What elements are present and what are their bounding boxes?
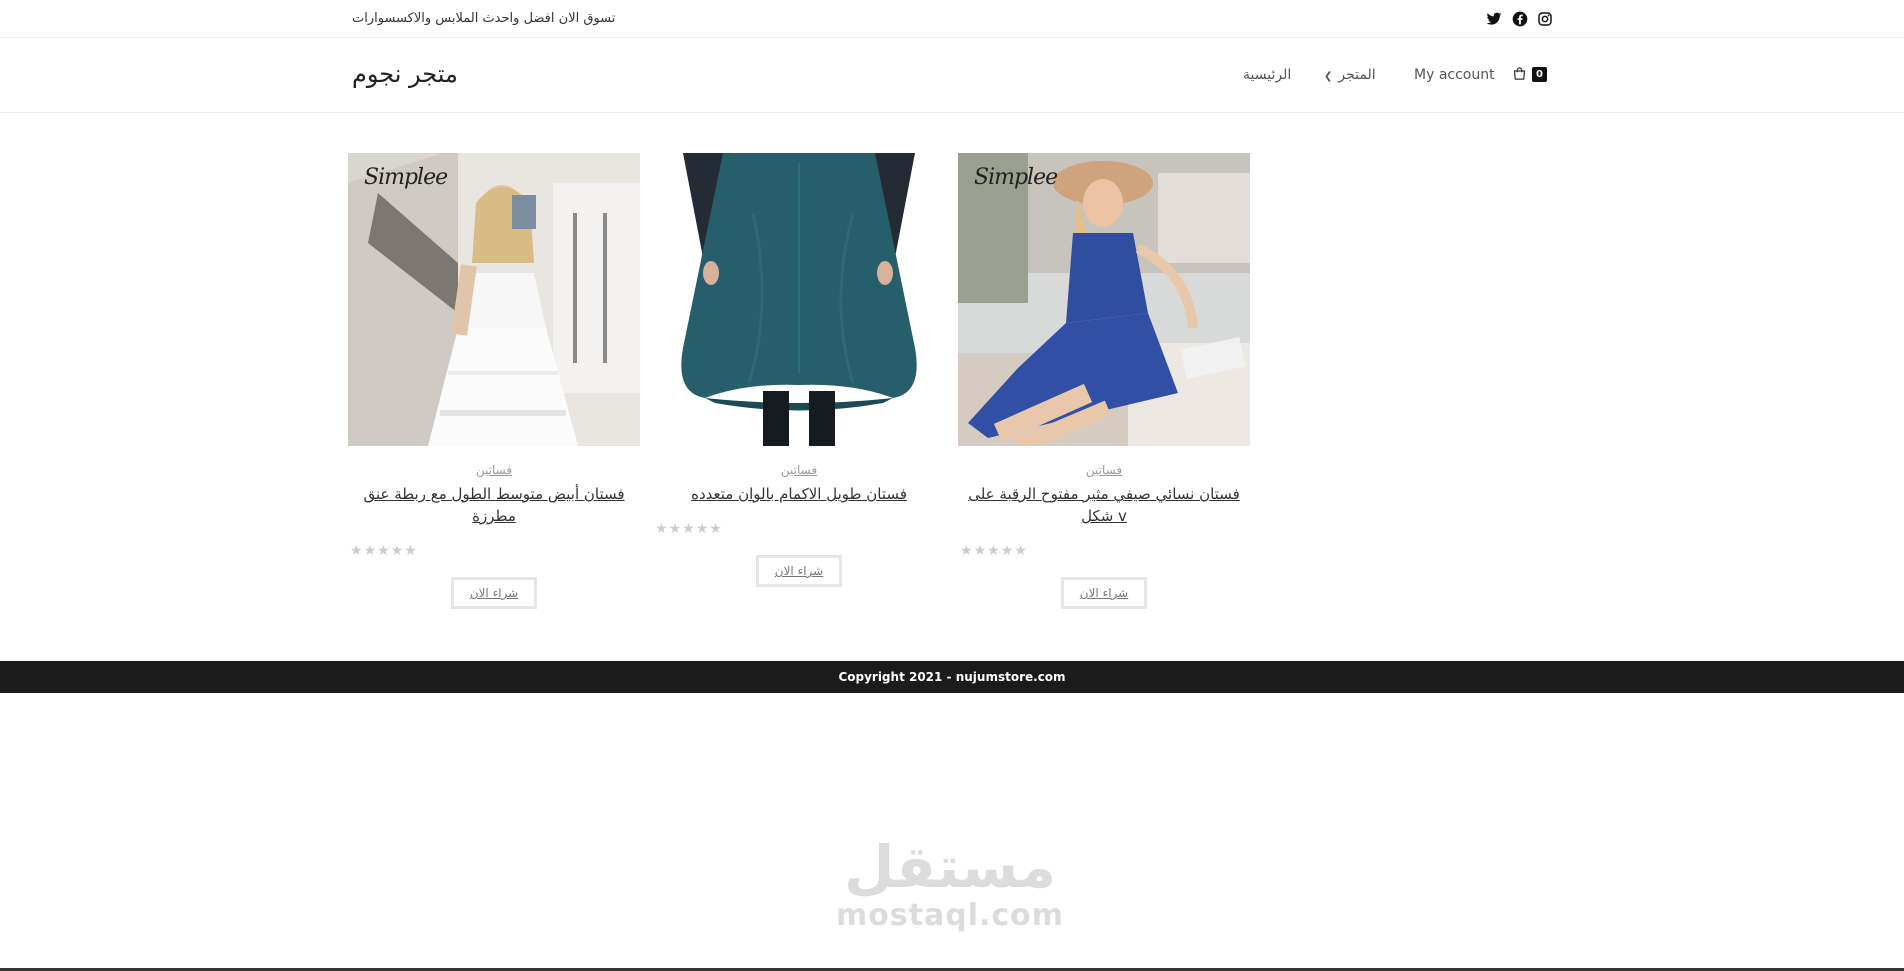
buy-now-button[interactable]: شراء الان xyxy=(756,555,842,587)
nav-my-account[interactable]: My account xyxy=(1414,67,1495,83)
buy-now-button[interactable]: شراء الان xyxy=(1061,577,1147,609)
watermark-latin: mostaql.com xyxy=(835,898,1065,933)
brand-watermark: Simplee xyxy=(364,165,448,190)
star-icon: ★ xyxy=(973,543,988,559)
star-icon: ★ xyxy=(695,521,710,537)
product-image[interactable] xyxy=(653,153,945,446)
page: تسوق الان افضل واحدث الملابس والاكسسوارا… xyxy=(0,0,1904,971)
chevron-down-icon: ❯ xyxy=(1324,71,1333,82)
star-icon: ★ xyxy=(668,521,683,537)
star-icon: ★ xyxy=(350,543,364,559)
star-icon: ★ xyxy=(655,521,669,537)
mostaql-watermark: مستقل mostaql.com xyxy=(820,835,1080,933)
star-icon: ★ xyxy=(377,543,391,559)
product-category-link[interactable]: فساتين xyxy=(348,463,640,477)
buy-now-button[interactable]: شراء الان xyxy=(451,577,537,609)
star-rating: ★★★★★ xyxy=(653,521,945,537)
brand-watermark: Simplee xyxy=(974,165,1058,190)
site-logo[interactable]: متجر نجوم xyxy=(352,60,458,88)
top-bar-tagline: تسوق الان افضل واحدث الملابس والاكسسوارا… xyxy=(352,11,616,26)
product-card: فساتين فستان طويل الاكمام بالوان متعدده … xyxy=(653,153,945,587)
star-icon: ★ xyxy=(1000,543,1015,559)
product-card: Simplee فساتين فستان أبيض متوسط الطول مع… xyxy=(348,153,640,609)
nav-shop-label: المتجر xyxy=(1338,67,1376,83)
top-bar: تسوق الان افضل واحدث الملابس والاكسسوارا… xyxy=(0,0,1904,38)
star-icon: ★ xyxy=(363,543,378,559)
site-header: متجر نجوم الرئيسية المتجر ❯ My account 0 xyxy=(0,38,1904,113)
watermark-arabic: مستقل xyxy=(843,833,1057,901)
product-title-link[interactable]: فستان نسائي صيفي مثير مفتوح الرقبة على v… xyxy=(958,483,1250,527)
product-title-link[interactable]: فستان أبيض متوسط الطول مع ربطة عنق مطرزة xyxy=(348,483,640,527)
star-rating: ★★★★★ xyxy=(958,543,1250,559)
star-icon: ★ xyxy=(682,521,696,537)
product-category-link[interactable]: فساتين xyxy=(958,463,1250,477)
cart-count-badge: 0 xyxy=(1532,67,1547,82)
nav-shop[interactable]: المتجر ❯ xyxy=(1324,67,1376,83)
facebook-icon[interactable] xyxy=(1512,11,1528,27)
product-image[interactable]: Simplee xyxy=(958,153,1250,446)
product-category-link[interactable]: فساتين xyxy=(653,463,945,477)
product-image[interactable]: Simplee xyxy=(348,153,640,446)
product-card: Simplee فساتين فستان نسائي صيفي مثير مفت… xyxy=(958,153,1250,609)
shopping-bag-icon xyxy=(1513,67,1526,80)
star-icon: ★ xyxy=(404,543,418,559)
copyright-text: Copyright 2021 - nujumstore.com xyxy=(838,670,1066,684)
star-rating: ★★★★★ xyxy=(348,543,640,559)
nav-home[interactable]: الرئيسية xyxy=(1243,67,1291,83)
cart-button[interactable]: 0 xyxy=(1512,65,1552,85)
site-footer: Copyright 2021 - nujumstore.com xyxy=(0,661,1904,693)
twitter-icon[interactable] xyxy=(1486,11,1502,27)
star-icon: ★ xyxy=(1014,543,1028,559)
star-icon: ★ xyxy=(960,543,974,559)
star-icon: ★ xyxy=(709,521,723,537)
product-title-link[interactable]: فستان طويل الاكمام بالوان متعدده xyxy=(653,483,945,505)
instagram-icon[interactable] xyxy=(1537,11,1553,27)
star-icon: ★ xyxy=(987,543,1001,559)
star-icon: ★ xyxy=(390,543,405,559)
